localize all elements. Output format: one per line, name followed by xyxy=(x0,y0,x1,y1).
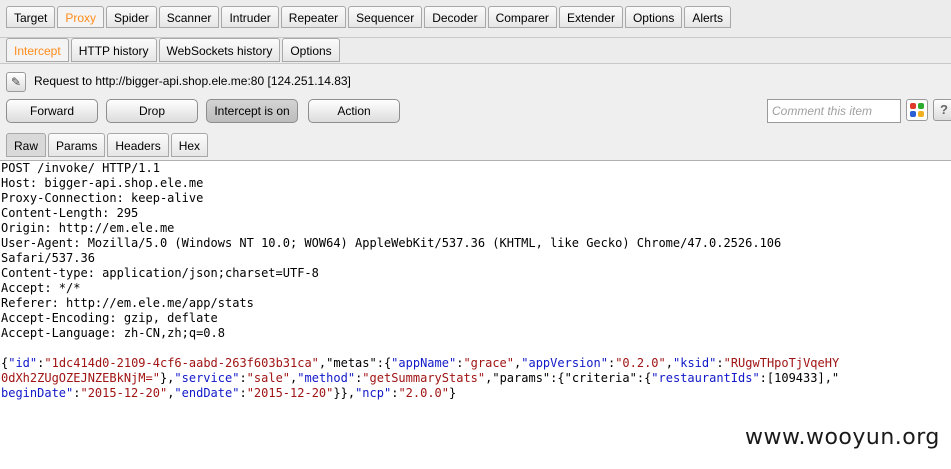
json-key: "appName" xyxy=(391,356,457,370)
json-key: "ksid" xyxy=(673,356,717,370)
view-tab-hex[interactable]: Hex xyxy=(170,133,209,157)
intercept-panel: ✎ Request to http://bigger-api.shop.ele.… xyxy=(0,64,951,160)
request-header-line: Accept-Encoding: gzip, deflate xyxy=(1,311,218,325)
request-header-line: User-Agent: Mozilla/5.0 (Windows NT 10.0… xyxy=(1,236,782,250)
request-header-line: Content-type: application/json;charset=U… xyxy=(1,266,319,280)
json-key: "service" xyxy=(174,371,240,385)
tab-spider[interactable]: Spider xyxy=(106,6,157,28)
tab-scanner[interactable]: Scanner xyxy=(158,6,220,28)
main-tabs: Target Proxy Spider Scanner Intruder Repeater… xyxy=(6,6,733,28)
request-body-line: beginDate":"2015-12-20","endDate":"2015-… xyxy=(0,386,951,401)
json-key: "id" xyxy=(8,356,38,370)
json-punctuation: }}, xyxy=(333,386,356,400)
json-value: "grace" xyxy=(463,356,515,370)
json-value: "1dc414d0-2109-4cf6-aabd-263f603b31ca" xyxy=(44,356,319,370)
highlight-color-icon[interactable] xyxy=(906,99,928,121)
json-punctuation: :[109433]," xyxy=(759,371,840,385)
comment-field[interactable] xyxy=(767,99,901,123)
comment-input[interactable] xyxy=(772,104,896,118)
json-value: "sale" xyxy=(246,371,291,385)
tab-decoder[interactable]: Decoder xyxy=(424,6,486,28)
json-value: "0.2.0" xyxy=(615,356,666,370)
request-header-line: POST /invoke/ HTTP/1.1 xyxy=(1,161,160,175)
json-key: "ncp" xyxy=(355,386,392,400)
forward-button[interactable]: Forward xyxy=(6,99,98,123)
tab-extender[interactable]: Extender xyxy=(558,6,623,28)
json-punctuation: ,"metas":{ xyxy=(318,356,392,370)
intercept-toggle-button[interactable]: Intercept is on xyxy=(206,99,298,123)
json-punctuation: : xyxy=(239,386,247,400)
request-header-line: Origin: http://em.ele.me xyxy=(1,221,175,235)
tab-intruder[interactable]: Intruder xyxy=(221,6,279,28)
main-tab-bar: Target Proxy Spider Scanner Intruder Repeater… xyxy=(0,0,951,38)
json-punctuation: , xyxy=(665,356,673,370)
tab-alerts[interactable]: Alerts xyxy=(684,6,732,28)
highlight-swatch xyxy=(910,103,916,109)
request-header-line: Content-Length: 295 xyxy=(1,206,139,220)
json-key: "restaurantIds" xyxy=(651,371,760,385)
view-tab-raw[interactable]: Raw xyxy=(6,133,47,157)
message-view-tabs: Raw Params Headers Hex xyxy=(6,133,210,157)
json-punctuation: : xyxy=(239,371,247,385)
json-value: "2015-12-20" xyxy=(246,386,334,400)
request-header-line: Host: bigger-api.shop.ele.me xyxy=(1,176,204,190)
json-key: "appVersion" xyxy=(521,356,608,370)
request-body-line: 0dXh2ZUgOZEJNZEBkNjM="},"service":"sale"… xyxy=(0,371,951,386)
json-punctuation: : xyxy=(716,356,724,370)
json-key: beginDate" xyxy=(1,386,74,400)
json-value: "RUgwTHpoTjVqeHY xyxy=(723,356,840,370)
tab-repeater[interactable]: Repeater xyxy=(280,6,347,28)
json-value: "2015-12-20" xyxy=(80,386,168,400)
view-tab-headers[interactable]: Headers xyxy=(107,133,169,157)
request-header-line: Accept-Language: zh-CN,zh;q=0.8 xyxy=(1,326,225,340)
request-editor[interactable]: POST /invoke/ HTTP/1.1 Host: bigger-api.s… xyxy=(0,160,951,469)
tab-target[interactable]: Target xyxy=(6,6,56,28)
drop-button[interactable]: Drop xyxy=(106,99,198,123)
subtab-websockets-history[interactable]: WebSockets history xyxy=(158,38,281,62)
watermark: www.wooyun.org xyxy=(745,425,940,450)
json-key: "method" xyxy=(297,371,356,385)
request-header-line: Safari/537.36 xyxy=(1,251,95,265)
view-tab-params[interactable]: Params xyxy=(48,133,106,157)
request-header-line: Proxy-Connection: keep-alive xyxy=(1,191,204,205)
highlight-swatch xyxy=(918,103,924,109)
request-info: Request to http://bigger-api.shop.ele.me… xyxy=(34,74,351,88)
proxy-sub-tabs: Intercept HTTP history WebSockets history O… xyxy=(6,38,342,62)
tab-options[interactable]: Options xyxy=(624,6,683,28)
subtab-intercept[interactable]: Intercept xyxy=(6,38,69,62)
tab-proxy[interactable]: Proxy xyxy=(57,6,105,28)
edit-pencil-icon[interactable]: ✎ xyxy=(6,72,26,92)
tab-sequencer[interactable]: Sequencer xyxy=(348,6,423,28)
json-value: 0dXh2ZUgOZEJNZEBkNjM=" xyxy=(1,371,160,385)
highlight-swatch xyxy=(918,111,924,117)
highlight-swatch xyxy=(910,111,916,117)
subtab-http-history[interactable]: HTTP history xyxy=(70,38,157,62)
json-punctuation: }, xyxy=(159,371,175,385)
request-body-line: {"id":"1dc414d0-2109-4cf6-aabd-263f603b3… xyxy=(0,356,951,371)
json-value: "getSummaryStats" xyxy=(362,371,486,385)
json-punctuation: ,"params":{"criteria":{ xyxy=(485,371,652,385)
proxy-sub-tab-bar: Intercept HTTP history WebSockets history O… xyxy=(0,38,951,64)
tab-comparer[interactable]: Comparer xyxy=(487,6,557,28)
request-header-line: Referer: http://em.ele.me/app/stats xyxy=(1,296,254,310)
json-value: "2.0.0" xyxy=(398,386,450,400)
json-key: "endDate" xyxy=(174,386,240,400)
subtab-options[interactable]: Options xyxy=(282,38,340,62)
action-button[interactable]: Action xyxy=(308,99,400,123)
help-icon[interactable]: ? xyxy=(933,99,951,121)
json-punctuation: } xyxy=(449,386,457,400)
request-header-line: Accept: */* xyxy=(1,281,81,295)
